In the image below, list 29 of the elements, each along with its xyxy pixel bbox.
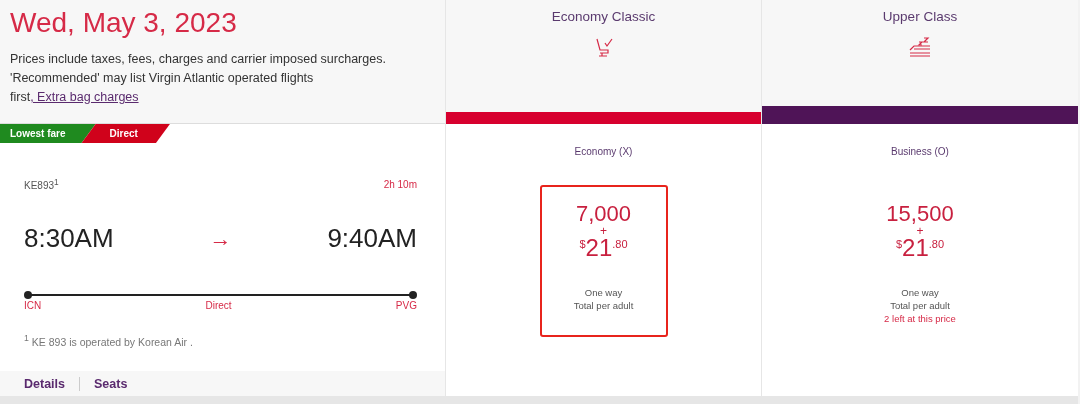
duration: 2h 10m <box>383 178 417 190</box>
cabin-name: Economy Classic <box>550 9 657 24</box>
price-notice: Prices include taxes, fees, charges and carrier imposed surcharges. 'Recommended' may list Virgin Atlantic operated flights first, Extra bag charges <box>10 51 387 106</box>
cabin-name: Upper Class <box>881 9 959 24</box>
plus-sign: + <box>916 227 924 236</box>
flight-action-link[interactable]: Seats <box>80 376 142 391</box>
price-basis: Total per adult <box>573 299 634 312</box>
flight-tag: Direct <box>81 124 170 143</box>
fare-class: Economy (X) <box>574 146 633 157</box>
points-price: 15,500 <box>886 201 954 227</box>
date-heading: Wed, May 3, 2023 <box>10 6 238 40</box>
flight-number: KE893$^{1}$ <box>24 177 59 192</box>
operator-footnote: $^{1}$ KE 893 is operated by Korean Air . <box>24 333 194 348</box>
fare-class: Business (O) <box>891 146 949 157</box>
points-price: 7,000 <box>575 201 632 227</box>
stops-label: Direct <box>205 300 232 312</box>
trip-type: One way <box>901 286 939 299</box>
flight-action-link[interactable]: Details <box>24 376 80 391</box>
arrow-glyph: → <box>209 225 232 252</box>
extra-bag-link[interactable]: , Extra bag charges <box>30 90 139 104</box>
trip-type: One way <box>584 286 623 299</box>
plus-sign: + <box>600 227 607 236</box>
arrival-time: 9:40AM <box>327 223 417 255</box>
origin-code: ICN <box>24 300 42 312</box>
bed-zz-icon <box>908 36 932 58</box>
destination-code: PVG <box>395 300 417 312</box>
price-basis: Total per adult <box>890 299 950 312</box>
availability-note: 2 left at this price <box>884 312 956 325</box>
departure-time: 8:30AM <box>24 223 114 255</box>
